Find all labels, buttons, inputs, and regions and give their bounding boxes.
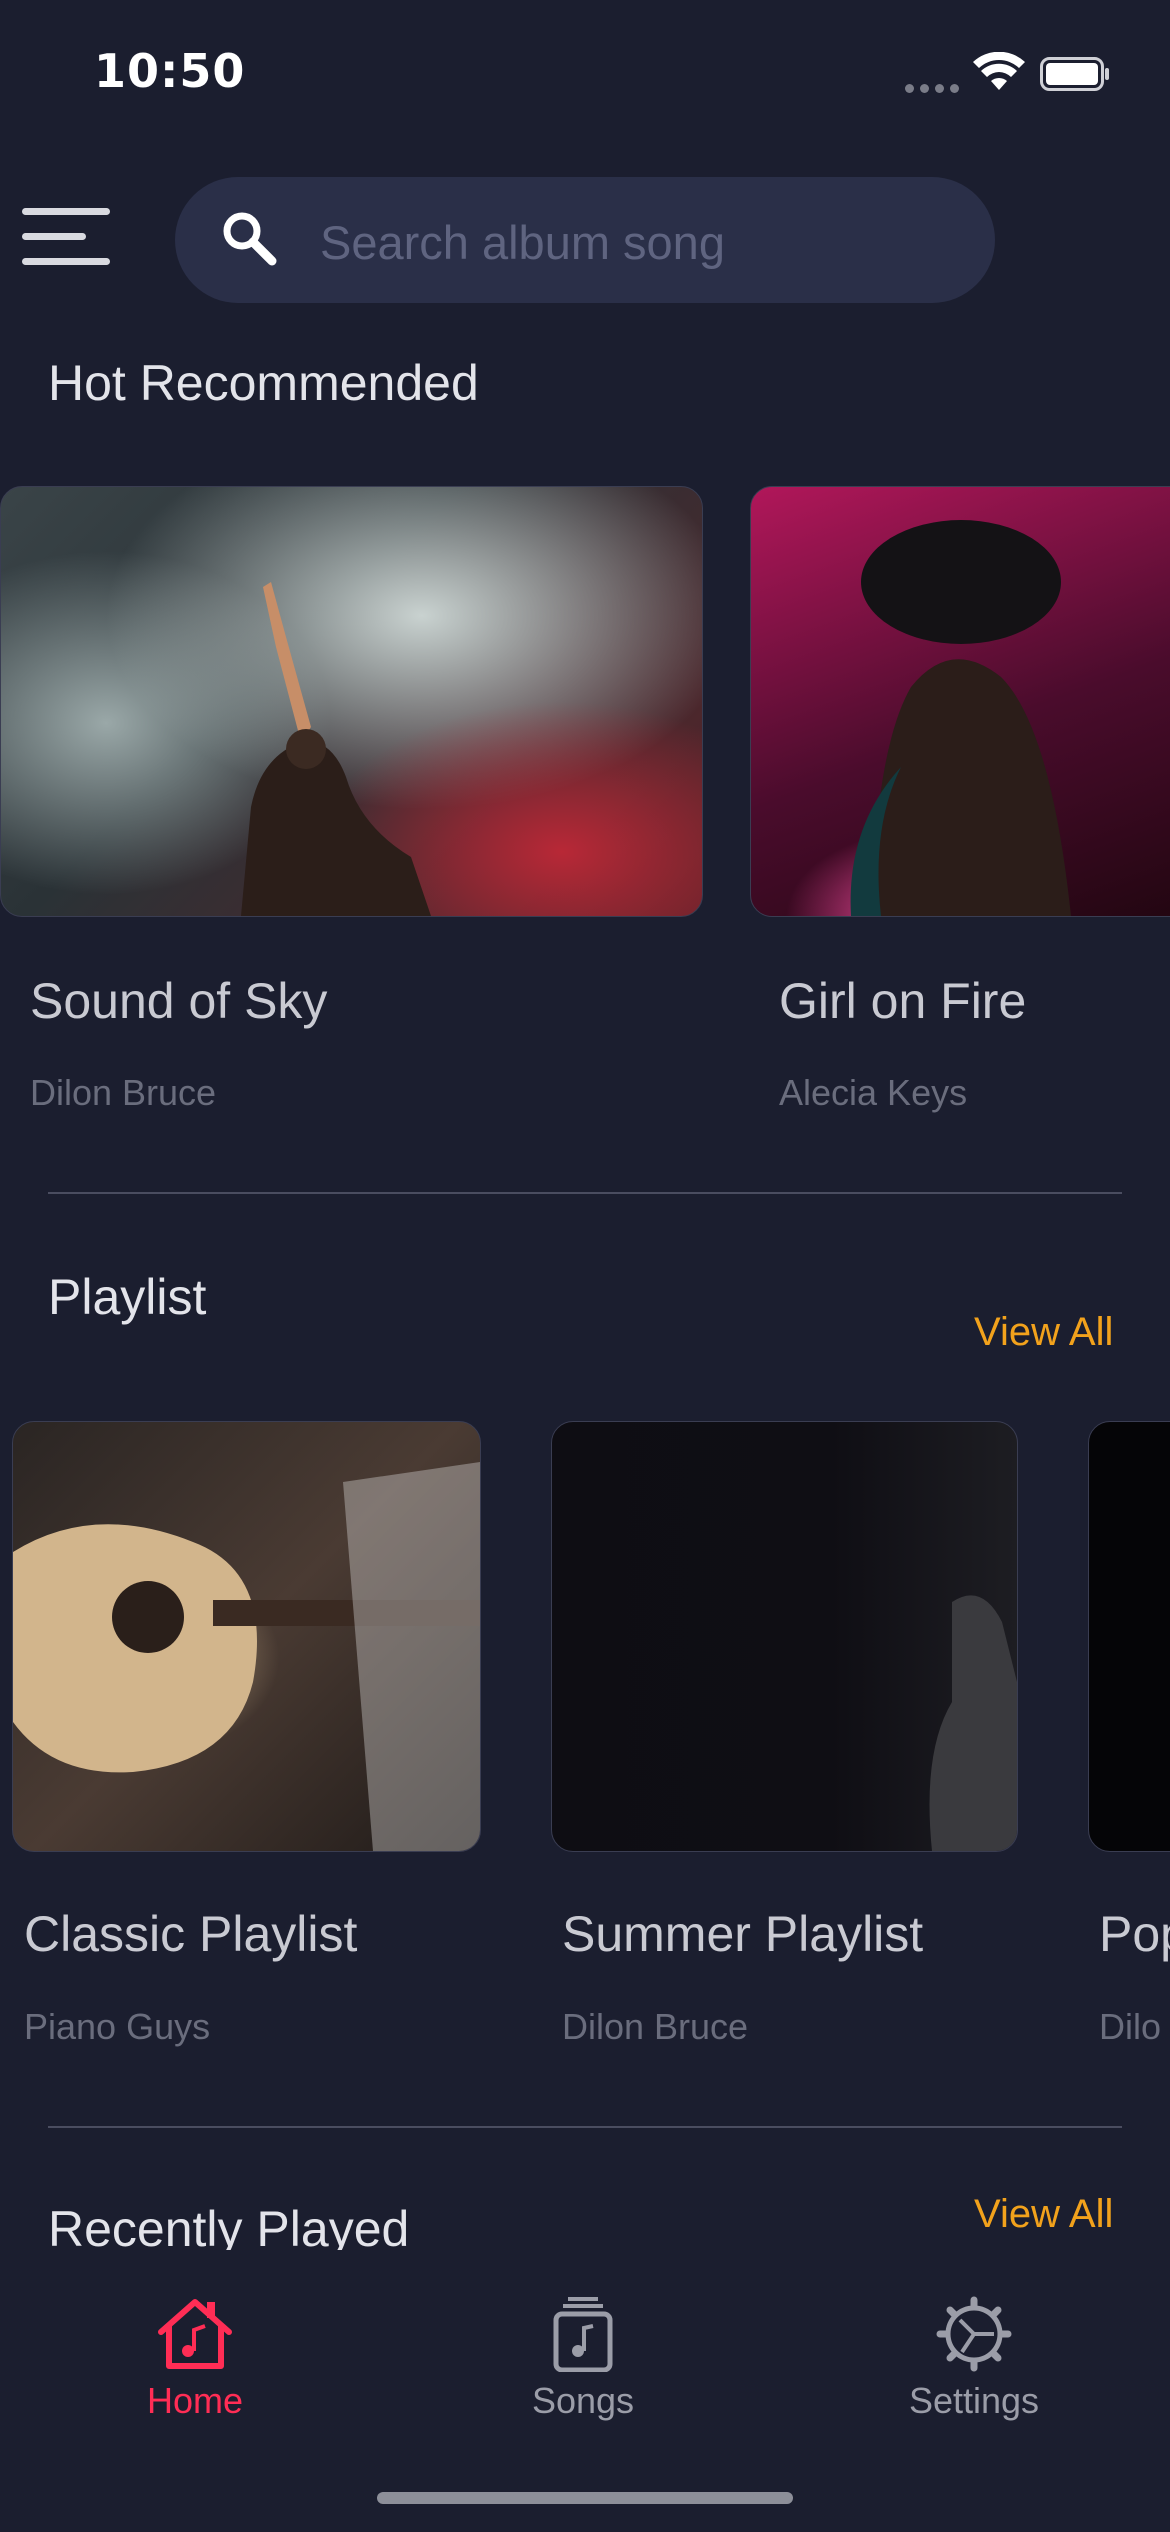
nav-songs[interactable]: Songs — [458, 2296, 708, 2422]
settings-icon — [936, 2296, 1012, 2372]
album-title[interactable]: Girl on Fire — [779, 972, 1026, 1030]
playlist-artist: Piano Guys — [24, 2006, 211, 2047]
recently-played-view-all-link[interactable]: View All — [974, 2192, 1113, 2237]
album-cover-sound-of-sky[interactable] — [0, 486, 703, 917]
home-indicator[interactable] — [377, 2492, 793, 2504]
nav-home-label: Home — [146, 2380, 244, 2421]
album-artist: Alecia Keys — [779, 1072, 968, 1113]
search-input[interactable] — [318, 206, 962, 278]
home-icon — [158, 2299, 232, 2369]
nav-songs-label: Songs — [531, 2380, 635, 2421]
battery-icon — [1040, 57, 1109, 91]
status-time: 10:50 — [94, 44, 246, 98]
nav-settings-label: Settings — [908, 2380, 1040, 2421]
playlist-title[interactable]: Classic Playlist — [24, 1905, 357, 1963]
songs-icon — [553, 2297, 613, 2372]
search-icon — [223, 212, 277, 266]
playlist-title[interactable]: Summer Playlist — [562, 1905, 923, 1963]
playlist-cover-pop[interactable] — [1088, 1421, 1170, 1852]
album-artist: Dilon Bruce — [30, 1072, 217, 1113]
playlist-artist: Dilon Bruce — [562, 2006, 749, 2047]
album-title[interactable]: Sound of Sky — [30, 972, 327, 1030]
playlist-view-all-link[interactable]: View All — [974, 1310, 1113, 1355]
section-title-playlist: Playlist — [48, 1269, 207, 1325]
section-divider — [48, 1192, 1122, 1194]
nav-home[interactable]: Home — [70, 2296, 320, 2422]
playlist-artist: Dilo — [1099, 2006, 1162, 2047]
wifi-icon — [973, 52, 1025, 90]
section-title-hot-recommended: Hot Recommended — [48, 355, 479, 411]
signal-icon — [905, 84, 961, 94]
menu-icon[interactable] — [22, 204, 112, 268]
section-divider — [48, 2126, 1122, 2128]
album-cover-girl-on-fire[interactable] — [750, 486, 1170, 917]
playlist-cover-summer[interactable] — [551, 1421, 1018, 1852]
playlist-cover-classic[interactable] — [12, 1421, 481, 1852]
nav-settings[interactable]: Settings — [849, 2296, 1099, 2422]
playlist-title[interactable]: Pop — [1099, 1905, 1170, 1963]
